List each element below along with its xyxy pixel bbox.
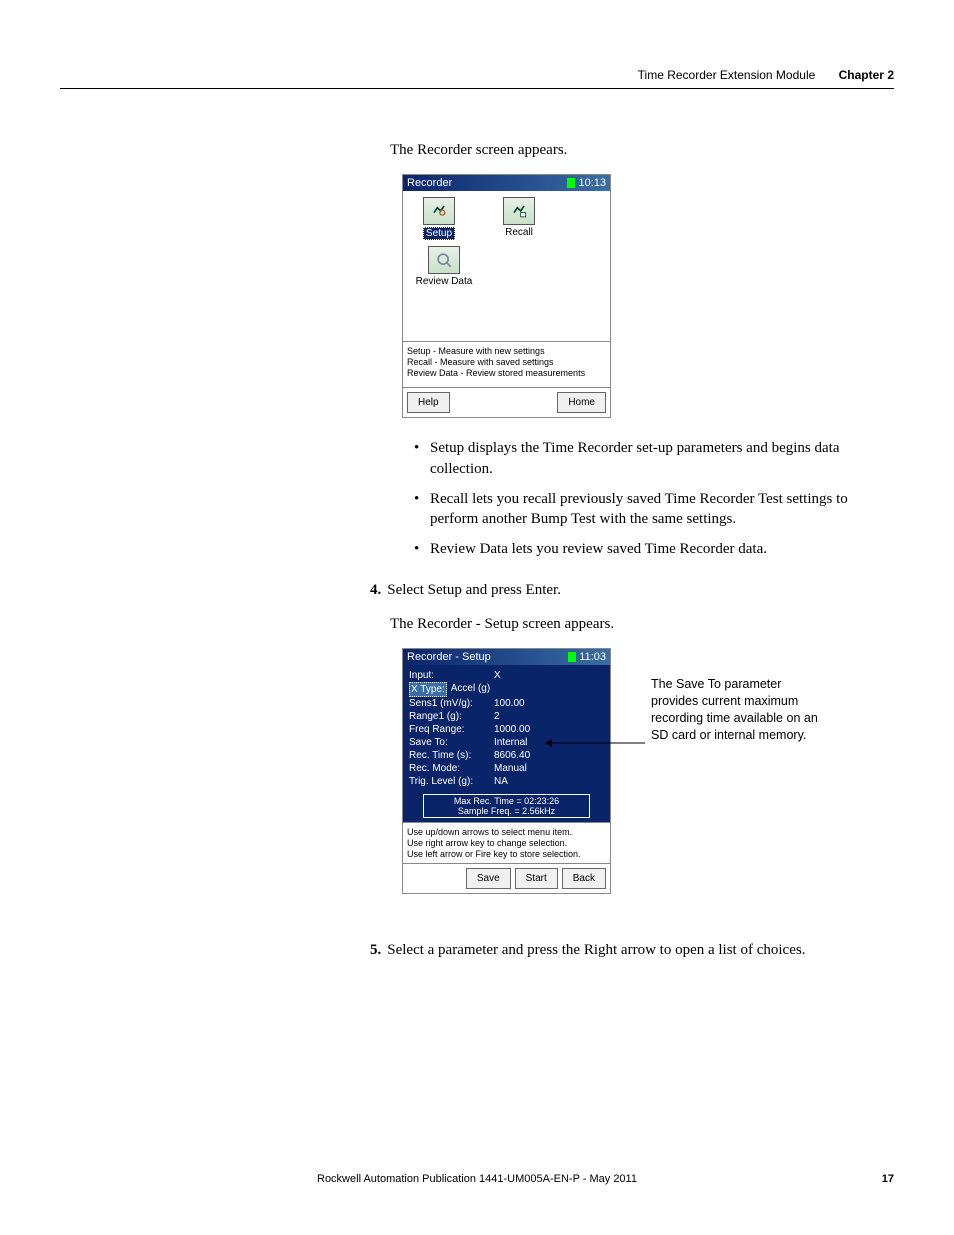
save-button[interactable]: Save	[466, 868, 511, 889]
header-title: Time Recorder Extension Module	[638, 68, 816, 82]
setup-help-area: Use up/down arrows to select menu item. …	[403, 822, 610, 863]
page-number: 17	[882, 1173, 894, 1185]
param-label: Range1 (g):	[409, 710, 494, 723]
review-data-icon-button[interactable]: Review Data	[409, 246, 479, 287]
description-area: Setup - Measure with new settings Recall…	[403, 341, 610, 387]
param-label: Rec. Mode:	[409, 762, 494, 775]
recall-icon-button[interactable]: Recall	[489, 197, 549, 240]
recorder-screen: Recorder 10:13 Setup Recall Review Data	[402, 174, 611, 418]
window-title: Recorder	[407, 177, 452, 189]
help-button[interactable]: Help	[407, 392, 450, 413]
clock: 10:13	[567, 177, 606, 189]
step4-followup: The Recorder - Setup screen appears.	[390, 614, 890, 634]
step-text: Select Setup and press Enter.	[387, 582, 561, 598]
start-button[interactable]: Start	[515, 868, 558, 889]
desc-line: Setup - Measure with new settings	[407, 346, 606, 357]
bullet-item: Review Data lets you review saved Time R…	[414, 539, 890, 559]
help-line: Use left arrow or Fire key to store sele…	[407, 849, 606, 860]
step-number: 5.	[370, 942, 381, 958]
intro-text: The Recorder screen appears.	[390, 140, 890, 160]
header-rule	[60, 88, 894, 89]
battery-icon	[568, 652, 576, 662]
sample-freq: Sample Freq. = 2.56kHz	[425, 806, 588, 816]
param-value: X	[494, 669, 604, 682]
review-data-label: Review Data	[414, 276, 475, 287]
step-text: Select a parameter and press the Right a…	[387, 942, 805, 958]
param-label: Save To:	[409, 736, 494, 749]
setup-label: Setup	[423, 227, 455, 240]
step-number: 4.	[370, 582, 381, 598]
param-label: Trig. Level (g):	[409, 775, 494, 788]
help-line: Use up/down arrows to select menu item.	[407, 827, 606, 838]
page-header: Time Recorder Extension Module Chapter 2	[638, 68, 894, 82]
param-label: Input:	[409, 669, 494, 682]
param-value: 8606.40	[494, 749, 604, 762]
back-button[interactable]: Back	[562, 868, 606, 889]
step-5: 5. Select a parameter and press the Right…	[370, 940, 890, 960]
param-value: 1000.00	[494, 723, 604, 736]
battery-icon	[567, 178, 575, 188]
max-rec-time: Max Rec. Time = 02:23:26	[425, 796, 588, 806]
step-4: 4. Select Setup and press Enter.	[370, 580, 890, 600]
param-label: Sens1 (mV/g):	[409, 697, 494, 710]
bullet-item: Recall lets you recall previously saved …	[414, 489, 890, 530]
leader-line	[545, 738, 655, 748]
titlebar: Recorder 10:13	[403, 175, 610, 191]
page-footer: Rockwell Automation Publication 1441-UM0…	[0, 1173, 954, 1185]
header-chapter: Chapter 2	[839, 68, 894, 82]
callout-text: The Save To parameter provides current m…	[651, 676, 831, 744]
home-button[interactable]: Home	[557, 392, 606, 413]
clock: 11:03	[568, 651, 606, 663]
setup-icon-button[interactable]: Setup	[409, 197, 469, 240]
param-value: 100.00	[494, 697, 604, 710]
param-value: Accel (g)	[451, 682, 604, 697]
help-line: Use right arrow key to change selection.	[407, 838, 606, 849]
setup-info-box: Max Rec. Time = 02:23:26 Sample Freq. = …	[423, 794, 590, 818]
desc-line: Review Data - Review stored measurements	[407, 368, 606, 379]
param-label: Rec. Time (s):	[409, 749, 494, 762]
bullet-item: Setup displays the Time Recorder set-up …	[414, 438, 890, 479]
param-label-selected[interactable]: X Type:	[409, 682, 447, 697]
param-value: Manual	[494, 762, 604, 775]
param-label: Freq Range:	[409, 723, 494, 736]
recall-label: Recall	[503, 227, 535, 238]
titlebar: Recorder - Setup 11:03	[403, 649, 610, 665]
recorder-setup-screen: Recorder - Setup 11:03 Input:X X Type: Ac…	[402, 648, 611, 894]
window-title: Recorder - Setup	[407, 651, 491, 663]
param-value: 2	[494, 710, 604, 723]
desc-line: Recall - Measure with saved settings	[407, 357, 606, 368]
bullet-list: Setup displays the Time Recorder set-up …	[414, 438, 890, 559]
publication-info: Rockwell Automation Publication 1441-UM0…	[317, 1173, 637, 1185]
param-value: NA	[494, 775, 604, 788]
